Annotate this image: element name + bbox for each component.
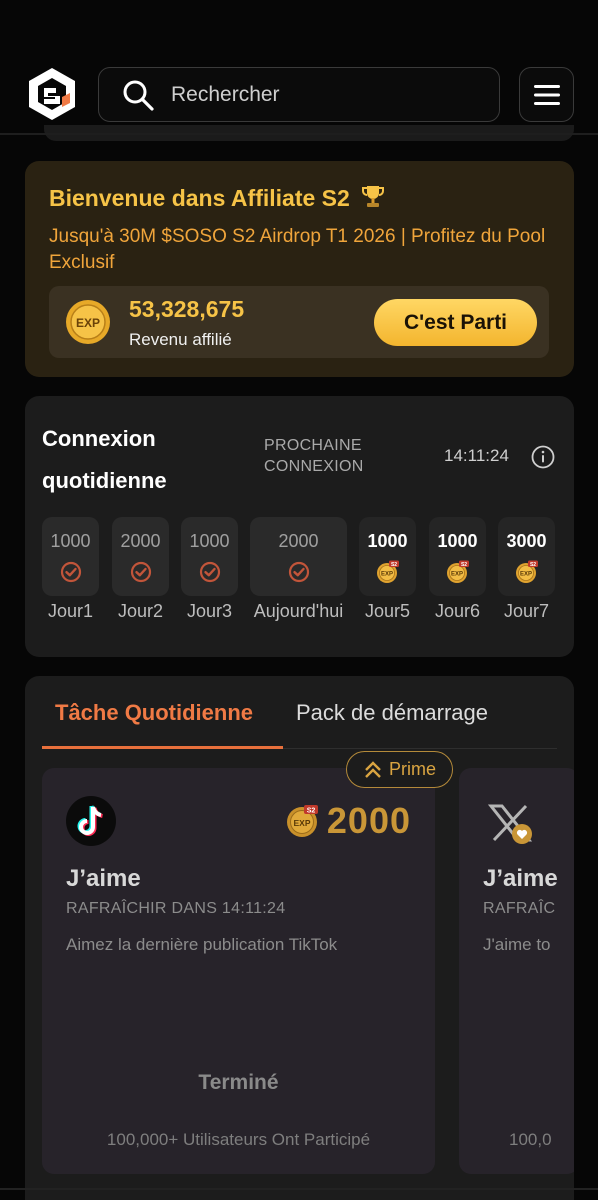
- search-input[interactable]: Rechercher: [98, 67, 500, 122]
- day-reward-value: 1000: [367, 531, 408, 551]
- menu-button[interactable]: [519, 67, 574, 122]
- affiliate-amount: 53,328,675: [129, 296, 245, 322]
- svg-text:EXP: EXP: [76, 316, 100, 330]
- check-circle-icon: [130, 561, 151, 583]
- task-card-x-like[interactable]: J’aime RAFRAÎC J'aime to 100,0: [459, 768, 574, 1174]
- task-description: J'aime to: [483, 935, 551, 954]
- prime-label: Prime: [388, 759, 436, 779]
- exp-s2-coin-icon: EXP S2: [446, 560, 469, 583]
- day-label: Jour3: [186, 601, 233, 621]
- task-reward-value: 2000: [326, 800, 411, 841]
- day-reward-value: 2000: [120, 531, 161, 551]
- tiktok-logo-icon: [66, 796, 116, 846]
- tab-starter-pack[interactable]: Pack de démarrage: [296, 700, 488, 726]
- task-participants: 100,000+ Utilisateurs Ont Participé: [106, 1130, 371, 1149]
- info-icon[interactable]: [531, 445, 555, 469]
- daily-login-card: Connexion quotidienne PROCHAINE CONNEXIO…: [25, 396, 574, 657]
- task-title: J’aime: [483, 865, 558, 892]
- day-reward-box: 1000 EXP S2: [429, 517, 486, 596]
- day-reward-value: 1000: [189, 531, 230, 551]
- check-circle-icon: [60, 561, 81, 583]
- bottom-divider: [0, 1188, 598, 1190]
- exp-s2-coin-icon: EXP S2: [286, 805, 318, 837]
- task-refresh-timer: RAFRAÎCHIR DANS 14:11:24: [66, 900, 286, 917]
- cest-parti-button[interactable]: C'est Parti: [374, 299, 537, 346]
- task-card-tiktok-like[interactable]: EXP S2 2000 J’aime RAFRAÎCHIR DANS 14:11…: [42, 768, 435, 1174]
- day-label: Jour2: [117, 601, 164, 621]
- affiliate-title: Bienvenue dans Affiliate S2: [49, 183, 386, 212]
- search-placeholder: Rechercher: [171, 82, 280, 106]
- day-item: 2000 Jour2: [112, 517, 169, 622]
- hamburger-menu-icon: [533, 84, 560, 105]
- affiliate-subtitle: Jusqu'à 30M $SOSO S2 Airdrop T1 2026 | P…: [49, 226, 546, 273]
- svg-text:EXP: EXP: [450, 572, 462, 578]
- day-reward-value: 3000: [506, 531, 547, 551]
- tab-daily-task[interactable]: Tâche Quotidienne: [55, 700, 253, 726]
- exp-s2-coin-icon: EXP S2: [515, 560, 538, 583]
- day-reward-box: 2000: [112, 517, 169, 596]
- day-reward-value: 1000: [437, 531, 478, 551]
- day-label: Jour7: [503, 601, 550, 621]
- svg-text:EXP: EXP: [293, 818, 310, 828]
- affiliate-amount-label: Revenu affilié: [129, 330, 232, 349]
- tasks-section: Tâche Quotidienne Pack de démarrage EXP: [25, 676, 574, 1200]
- day-reward-box: 1000: [42, 517, 99, 596]
- task-title: J’aime: [66, 865, 141, 892]
- search-icon: [123, 80, 154, 111]
- day-item: 1000 EXP S2 Jour5: [359, 517, 416, 622]
- page: Rechercher Bienvenue dans Affiliate S2 J…: [0, 0, 598, 1200]
- affiliate-earnings-box: EXP 53,328,675 Revenu affilié C'est Part…: [49, 286, 549, 358]
- affiliate-title-text: Bienvenue dans Affiliate S2: [49, 185, 350, 211]
- daily-login-title: Connexion quotidienne: [42, 426, 167, 493]
- affiliate-banner: Bienvenue dans Affiliate S2 Jusqu'à 30M …: [25, 161, 574, 377]
- day-reward-box: 2000: [250, 517, 347, 596]
- day-reward-box: 3000 EXP S2: [498, 517, 555, 596]
- day-label: Jour5: [364, 601, 411, 621]
- prime-badge: Prime: [346, 751, 453, 788]
- day-reward-box: 1000 EXP S2: [359, 517, 416, 596]
- exp-coin-icon: EXP: [66, 300, 110, 344]
- task-refresh-timer: RAFRAÎC: [483, 900, 556, 917]
- day-reward-value: 1000: [50, 531, 91, 551]
- x-logo-icon: [487, 804, 533, 844]
- check-circle-icon: [288, 561, 309, 583]
- day-reward-value: 2000: [278, 531, 319, 551]
- double-chevron-up-icon: [365, 760, 381, 778]
- task-description: Aimez la dernière publication TikTok: [66, 935, 338, 954]
- day-label: Aujourd'hui: [253, 601, 344, 621]
- app-header: Rechercher: [0, 0, 598, 141]
- task-reward: EXP S2 2000: [285, 800, 411, 842]
- svg-text:S2: S2: [307, 808, 316, 815]
- day-label: Jour6: [434, 601, 481, 621]
- next-login-label: PROCHAINE CONNEXION: [264, 437, 364, 475]
- day-reward-box: 1000: [181, 517, 238, 596]
- svg-text:S2: S2: [460, 562, 466, 568]
- day-item: 1000 EXP S2 Jour6: [429, 517, 486, 622]
- svg-text:EXP: EXP: [519, 572, 531, 578]
- day-item: 2000 Aujourd'hui: [250, 517, 347, 622]
- day-item: 1000 Jour3: [181, 517, 238, 622]
- check-circle-icon: [199, 561, 220, 583]
- task-status: Terminé: [198, 1071, 279, 1094]
- header-divider: [0, 133, 598, 135]
- exp-s2-coin-icon: EXP S2: [376, 560, 399, 583]
- svg-text:S2: S2: [390, 562, 396, 568]
- sosovalue-logo-icon[interactable]: [26, 66, 78, 122]
- svg-text:EXP: EXP: [380, 572, 392, 578]
- task-participants: 100,0: [509, 1130, 552, 1149]
- day-item: 1000 Jour1: [42, 517, 99, 622]
- trophy-icon: [362, 186, 385, 207]
- next-login-countdown: 14:11:24: [444, 446, 509, 465]
- svg-text:S2: S2: [529, 562, 535, 568]
- active-tab-indicator: [42, 746, 283, 749]
- day-item: 3000 EXP S2 Jour7: [498, 517, 555, 622]
- day-label: Jour1: [47, 601, 94, 621]
